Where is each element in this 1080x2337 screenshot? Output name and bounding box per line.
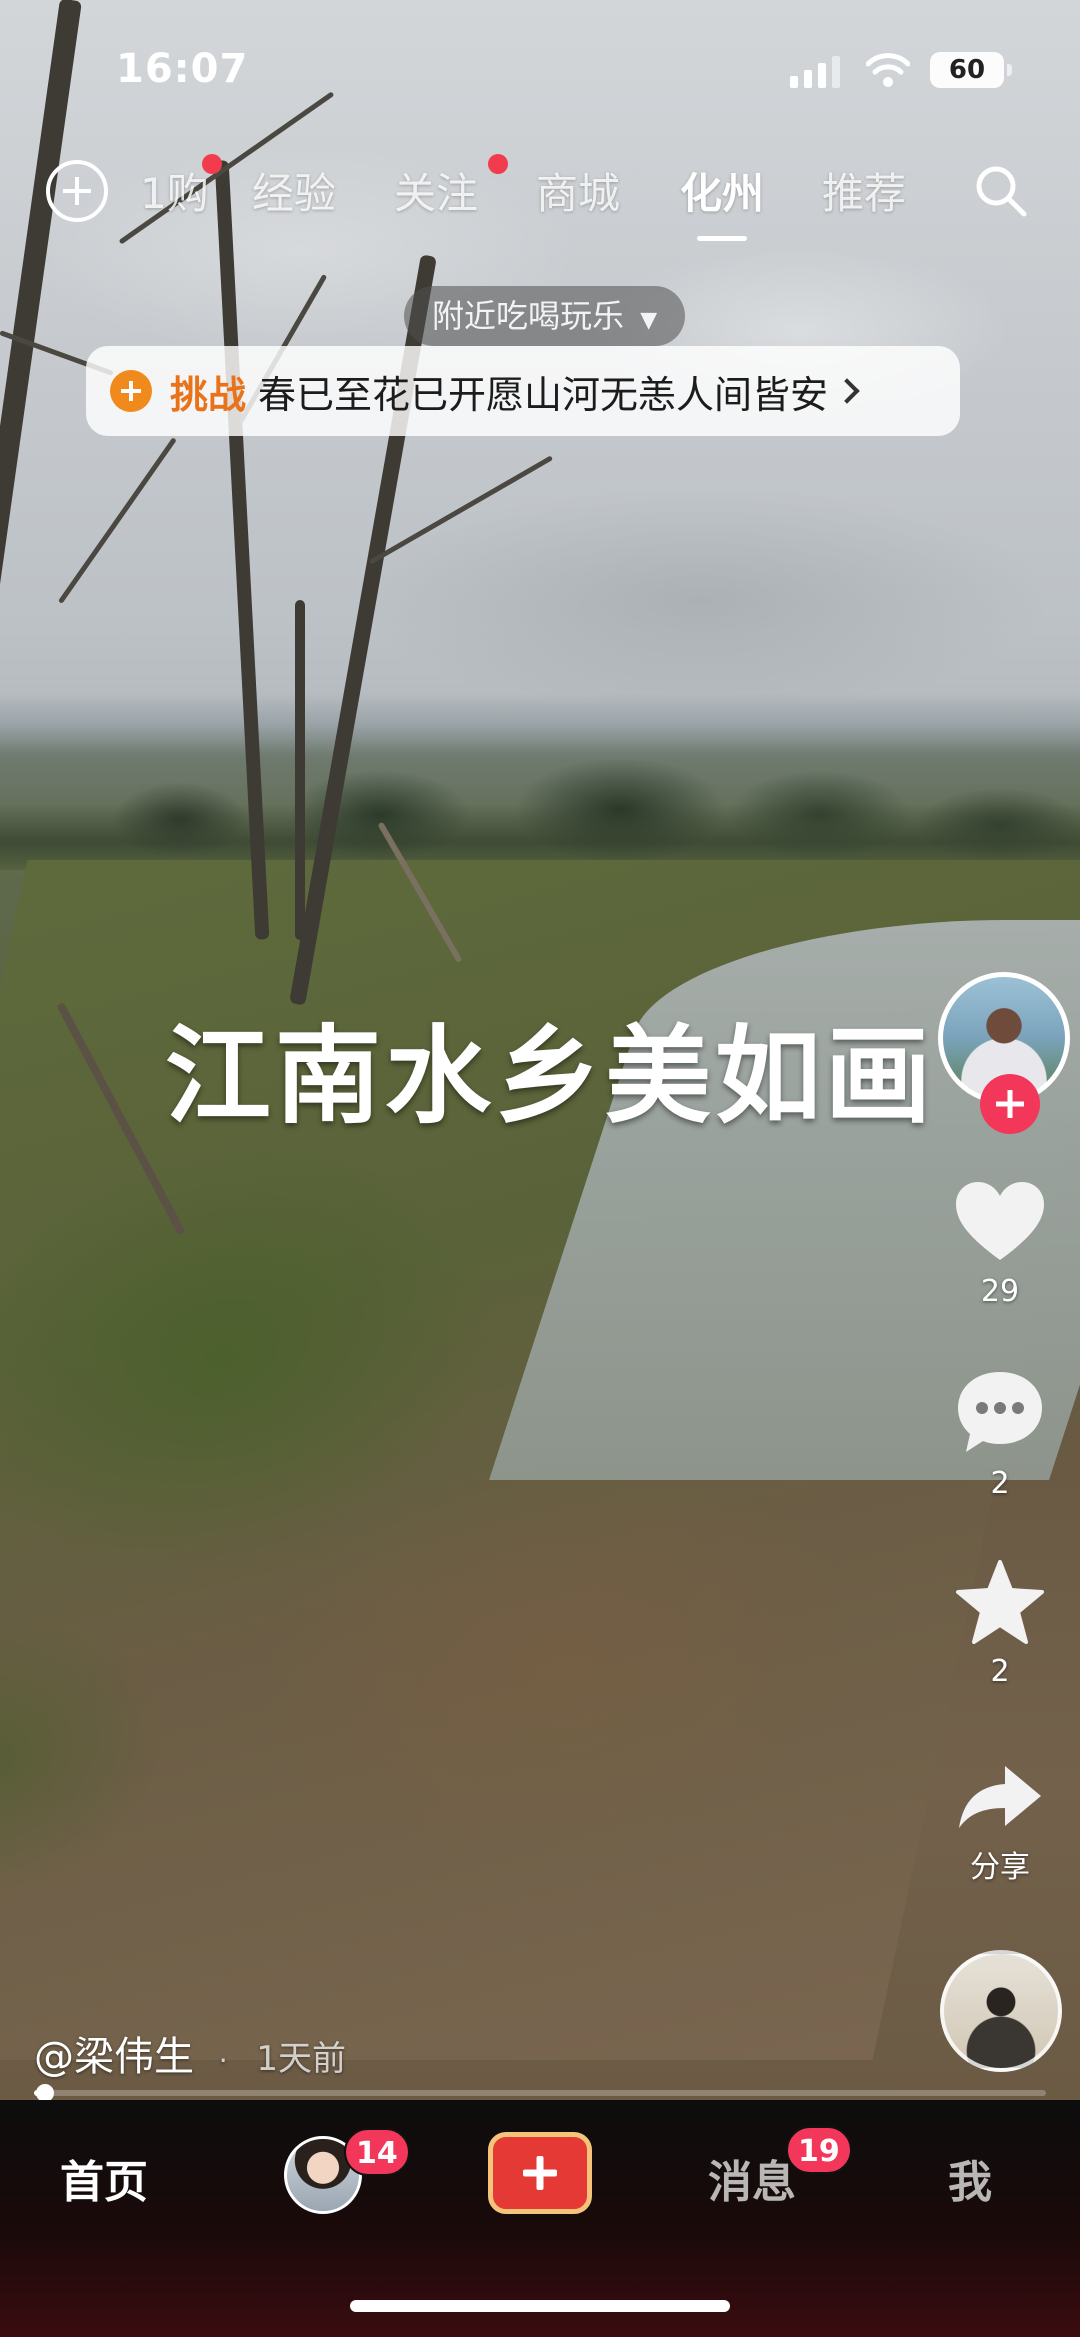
status-bar: 16:07 60 (0, 0, 1080, 140)
tab-home[interactable]: 首页 (60, 2146, 148, 2210)
challenge-banner[interactable]: 挑战 春已至花已开愿山河无恙人间皆安 (86, 346, 960, 436)
post-time: 1天前 (256, 2039, 346, 2079)
action-rail: 29 2 2 分享 (920, 0, 1080, 2100)
tab-mall[interactable]: 商城 (536, 160, 620, 221)
star-icon (956, 1560, 1044, 1644)
distant-trees (0, 760, 1080, 870)
challenge-plus-icon (110, 370, 152, 412)
share-button[interactable]: 分享 (920, 1762, 1080, 1886)
video-overlay-title: 江南水乡美如画 (165, 1015, 935, 1138)
tab-local-huazhou[interactable]: 化州 (680, 160, 764, 241)
tab-recommend[interactable]: 推荐 (822, 160, 906, 221)
tab-me[interactable]: 我 (948, 2146, 992, 2210)
video-progress-bar[interactable] (34, 2084, 1046, 2102)
author-name[interactable]: @梁伟生 (34, 2034, 194, 2080)
tab-purchase-dot (202, 154, 222, 174)
music-disc[interactable] (940, 1950, 1062, 2072)
tab-following-dot (488, 154, 508, 174)
favorite-button[interactable]: 2 (920, 1560, 1080, 1689)
comment-bubble-icon (958, 1372, 1042, 1452)
author-line: @梁伟生 · 1天前 (34, 2024, 346, 2082)
share-arrow-icon (959, 1766, 1041, 1828)
favorite-count: 2 (990, 1654, 1010, 1689)
tab-purchase[interactable]: 1购 (140, 160, 209, 221)
nearby-label: 附近吃喝玩乐 (432, 297, 625, 335)
add-circle-icon[interactable] (46, 160, 108, 222)
create-button[interactable] (488, 2132, 592, 2214)
share-label: 分享 (970, 1850, 1030, 1885)
heart-icon (956, 1182, 1044, 1260)
top-nav: 1购 经验 关注 商城 化州 推荐 (0, 150, 1080, 241)
tab-experience[interactable]: 经验 (252, 160, 336, 221)
tab-following[interactable]: 关注 (394, 160, 478, 221)
challenge-tag: 挑战 (170, 372, 247, 417)
challenge-text: 春已至花已开愿山河无恙人间皆安 (258, 372, 829, 417)
tab-messages[interactable]: 消息 (708, 2146, 796, 2210)
messages-badge: 19 (786, 2126, 852, 2174)
friends-badge: 14 (344, 2128, 410, 2176)
separator-dot: · (218, 2044, 228, 2077)
status-time: 16:07 (116, 46, 249, 92)
comment-count: 2 (990, 1466, 1010, 1501)
nearby-dropdown[interactable]: 附近吃喝玩乐 ▼ (404, 286, 686, 346)
follow-button[interactable] (980, 1074, 1040, 1134)
like-count: 29 (980, 1274, 1020, 1309)
chevron-down-icon: ▼ (640, 308, 658, 333)
tree-trunk (295, 600, 305, 940)
wifi-icon (866, 53, 910, 87)
comment-button[interactable]: 2 (920, 1368, 1080, 1501)
cellular-signal-icon (790, 54, 840, 88)
like-button[interactable]: 29 (920, 1180, 1080, 1309)
chevron-right-icon (834, 378, 860, 404)
home-indicator[interactable] (350, 2300, 730, 2312)
